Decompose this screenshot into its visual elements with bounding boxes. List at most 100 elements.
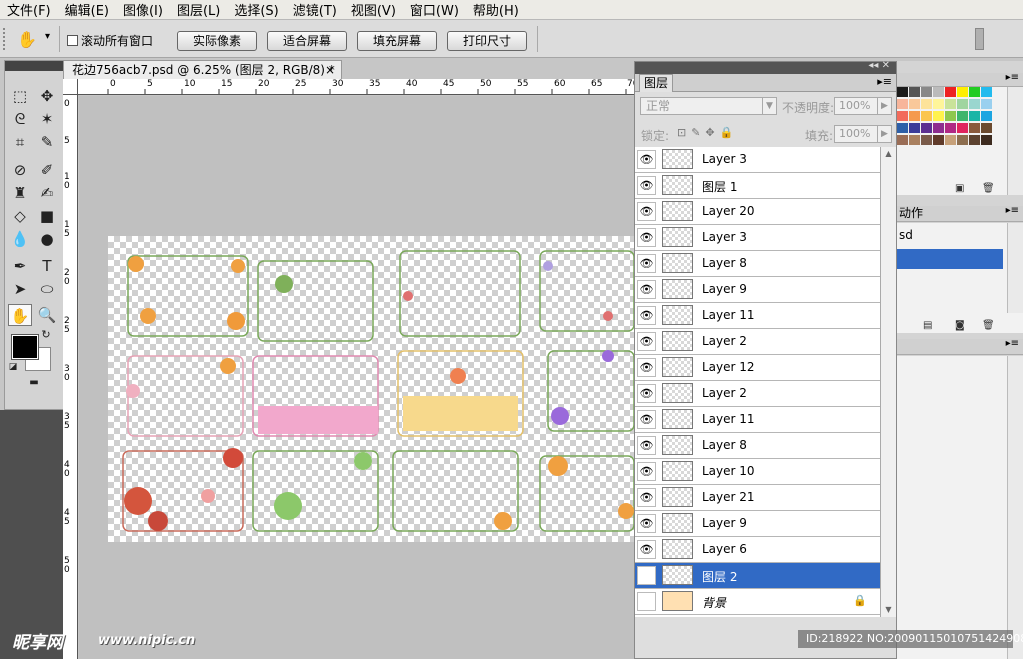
move-tool-icon[interactable]: ✥: [35, 85, 59, 107]
fit-screen-button[interactable]: 适合屏幕: [267, 31, 347, 51]
blur-tool-icon[interactable]: 💧: [8, 228, 32, 250]
menu-view[interactable]: 视图(V): [344, 0, 403, 19]
new-swatch-icon[interactable]: ▣: [955, 183, 964, 194]
eye-icon[interactable]: 👁: [637, 280, 656, 299]
menu-window[interactable]: 窗口(W): [403, 0, 466, 19]
clone-stamp-tool-icon[interactable]: ♜: [8, 182, 32, 204]
layer-row[interactable]: 👁 Layer 2: [635, 381, 880, 407]
gradient-tool-icon[interactable]: ■: [35, 205, 59, 227]
layer-row-selected[interactable]: 图层 2: [635, 563, 880, 589]
menu-layer[interactable]: 图层(L): [170, 0, 227, 19]
eraser-tool-icon[interactable]: ◇: [8, 205, 32, 227]
layer-row[interactable]: 👁 Layer 8: [635, 251, 880, 277]
visibility-toggle[interactable]: [637, 592, 656, 611]
panel-scrollbar[interactable]: [1007, 356, 1023, 659]
magic-wand-tool-icon[interactable]: ✶: [35, 108, 59, 130]
eye-icon[interactable]: 👁: [637, 384, 656, 403]
eye-icon[interactable]: 👁: [637, 410, 656, 429]
layer-row[interactable]: 👁 Layer 10: [635, 459, 880, 485]
layer-row[interactable]: 👁 Layer 11: [635, 407, 880, 433]
eye-icon[interactable]: 👁: [637, 306, 656, 325]
vertical-ruler[interactable]: 0 5 1 0 1 5 2 0 2 5 3 0 3 5 4 0 4 5 5 0: [63, 95, 78, 659]
menu-filter[interactable]: 滤镜(T): [286, 0, 344, 19]
layer-row[interactable]: 👁 图层 1: [635, 173, 880, 199]
brush-tool-icon[interactable]: ✐: [35, 159, 59, 181]
eye-icon[interactable]: 👁: [637, 540, 656, 559]
lasso-tool-icon[interactable]: ᘓ: [8, 108, 32, 130]
chevron-right-icon[interactable]: ▶: [877, 126, 891, 142]
collapse-icon[interactable]: ◂◂ ✕: [868, 60, 890, 71]
layer-row[interactable]: 👁 Layer 8: [635, 433, 880, 459]
layer-row[interactable]: 👁 Layer 2: [635, 329, 880, 355]
menu-help[interactable]: 帮助(H): [466, 0, 526, 19]
document-tab[interactable]: 花边756acb7.psd @ 6.25% (图层 2, RGB/8) * ×: [63, 60, 342, 79]
path-selection-tool-icon[interactable]: ➤: [8, 278, 32, 300]
menu-file[interactable]: 文件(F): [0, 0, 58, 19]
scroll-all-windows-checkbox[interactable]: 滚动所有窗口: [67, 32, 153, 49]
actual-pixels-button[interactable]: 实际像素: [177, 31, 257, 51]
healing-brush-tool-icon[interactable]: ⊘: [8, 159, 32, 181]
menu-select[interactable]: 选择(S): [227, 0, 285, 19]
trash-icon[interactable]: 🗑: [982, 183, 995, 194]
layer-row[interactable]: 👁 Layer 9: [635, 511, 880, 537]
eye-icon[interactable]: 👁: [637, 202, 656, 221]
swatches-header[interactable]: ▸≡: [897, 72, 1023, 87]
dodge-tool-icon[interactable]: ●: [35, 228, 59, 250]
hand-tool-icon[interactable]: ✋: [17, 30, 39, 50]
scroll-up-icon[interactable]: ▲: [881, 147, 896, 161]
shape-tool-icon[interactable]: ⬭: [35, 278, 59, 300]
blend-mode-select[interactable]: 正常 ▼: [640, 97, 777, 115]
checkbox-box[interactable]: [67, 35, 78, 46]
tab-actions[interactable]: 动作: [899, 206, 923, 220]
marquee-tool-icon[interactable]: ⬚: [8, 85, 32, 107]
menu-image[interactable]: 图像(I): [116, 0, 170, 19]
fill-screen-button[interactable]: 填充屏幕: [357, 31, 437, 51]
panel-menu-icon[interactable]: ▸≡: [1006, 338, 1019, 349]
layer-row[interactable]: 👁 Layer 9: [635, 277, 880, 303]
eye-icon[interactable]: 👁: [637, 436, 656, 455]
options-grip[interactable]: [3, 28, 7, 50]
history-item[interactable]: sd: [897, 225, 1003, 245]
quick-mask-icon[interactable]: ▬: [22, 378, 46, 388]
panel-menu-icon[interactable]: ▸≡: [877, 75, 892, 88]
eyedropper-tool-icon[interactable]: ✎: [35, 131, 59, 153]
eye-icon[interactable]: 👁: [637, 332, 656, 351]
scroll-down-icon[interactable]: ▼: [881, 603, 896, 617]
fill-field[interactable]: 100% ▶: [834, 125, 892, 143]
ruler-origin[interactable]: [63, 79, 78, 95]
layers-panel-titlebar[interactable]: ◂◂ ✕: [635, 60, 896, 74]
camera-icon[interactable]: ◙: [955, 320, 965, 331]
close-icon[interactable]: ×: [325, 61, 335, 79]
layer-row-background[interactable]: 背景 🔒: [635, 589, 880, 615]
eye-icon[interactable]: 👁: [637, 176, 656, 195]
eye-icon[interactable]: 👁: [637, 462, 656, 481]
layer-row[interactable]: 👁 Layer 21: [635, 485, 880, 511]
default-colors-icon[interactable]: ◪: [7, 361, 19, 373]
crop-tool-icon[interactable]: ⌗: [8, 131, 32, 153]
new-snapshot-icon[interactable]: ▤: [923, 320, 932, 331]
panel-menu-icon[interactable]: ▸≡: [1006, 205, 1019, 216]
layer-row[interactable]: 👁 Layer 3: [635, 147, 880, 173]
pen-tool-icon[interactable]: ✒: [8, 255, 32, 277]
opacity-field[interactable]: 100% ▶: [834, 97, 892, 115]
panel-menu-icon[interactable]: ▸≡: [1006, 72, 1019, 83]
lock-options-icon[interactable]: ⊡✎✥🔒: [677, 126, 738, 139]
trash-icon[interactable]: 🗑: [982, 320, 995, 331]
history-item-selected[interactable]: [897, 249, 1003, 269]
chevron-right-icon[interactable]: ▶: [877, 98, 891, 114]
image-canvas[interactable]: [108, 236, 635, 542]
layer-row[interactable]: 👁 Layer 20: [635, 199, 880, 225]
eye-icon[interactable]: 👁: [637, 358, 656, 377]
type-tool-icon[interactable]: T: [35, 255, 59, 277]
layer-row[interactable]: 👁 Layer 11: [635, 303, 880, 329]
palette-well-button[interactable]: [975, 28, 984, 50]
layers-scrollbar[interactable]: ▲ ▼: [880, 147, 896, 617]
toolbox-header[interactable]: [5, 61, 63, 71]
print-size-button[interactable]: 打印尺寸: [447, 31, 527, 51]
horizontal-ruler[interactable]: 0 5 10 15 20 25 30 35 40 45 50 55 60 65 …: [78, 79, 638, 95]
eye-icon[interactable]: 👁: [637, 228, 656, 247]
history-scrollbar[interactable]: [1007, 223, 1023, 313]
layer-row[interactable]: 👁 Layer 3: [635, 225, 880, 251]
hand-tool-icon[interactable]: ✋: [8, 304, 32, 326]
eye-icon[interactable]: 👁: [637, 488, 656, 507]
